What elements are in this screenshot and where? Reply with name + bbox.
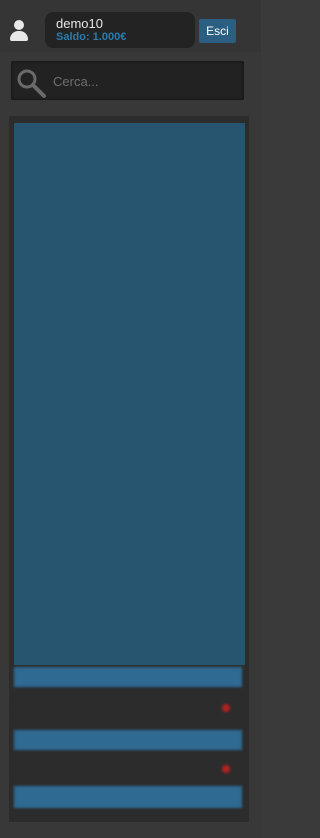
account-balance: Saldo: 1.000€ <box>56 31 127 43</box>
footer-action-button[interactable] <box>14 786 242 808</box>
remove-icon[interactable] <box>222 704 230 712</box>
search-box <box>11 61 244 100</box>
content-panel <box>14 123 245 665</box>
account-bar: demo10 Saldo: 1.000€ Esci <box>0 0 261 52</box>
event-row[interactable] <box>14 757 242 781</box>
account-info: demo10 Saldo: 1.000€ <box>45 12 195 48</box>
user-icon[interactable] <box>10 20 28 42</box>
sidebar-panel: demo10 Saldo: 1.000€ Esci <box>0 0 261 838</box>
search-icon <box>15 67 49 101</box>
event-header[interactable] <box>14 667 242 687</box>
account-username: demo10 <box>56 16 103 31</box>
remove-icon[interactable] <box>222 765 230 773</box>
event-row[interactable] <box>14 696 242 720</box>
search-input[interactable] <box>51 69 243 93</box>
event-header[interactable] <box>14 730 242 750</box>
logout-button[interactable]: Esci <box>199 19 236 43</box>
